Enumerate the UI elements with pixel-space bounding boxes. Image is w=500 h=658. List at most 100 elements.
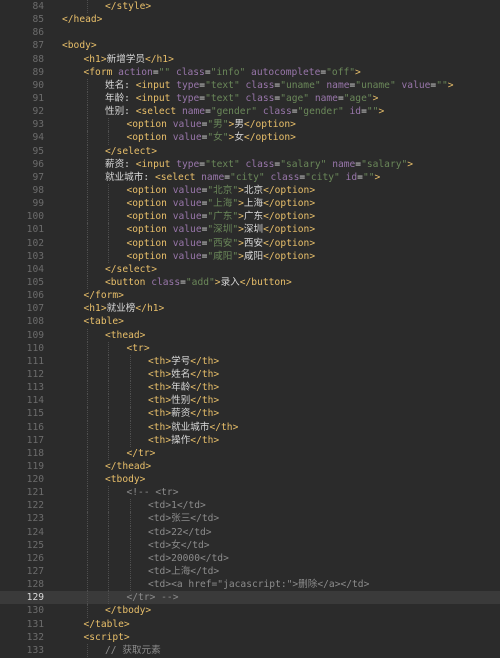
code-token: <td>1</td> <box>148 500 206 512</box>
code-line[interactable]: 127 <td>上海</td> <box>0 565 500 579</box>
line-number: 86 <box>32 27 44 39</box>
code-token: "gender" <box>297 106 344 118</box>
code-line[interactable]: 132 <script> <box>0 631 500 644</box>
code-line[interactable]: 90 姓名: <input type="text" class="uname" n… <box>0 78 500 92</box>
code-token: name <box>314 92 338 104</box>
code-text: 年龄: <input type="text" class="age" name=… <box>105 92 378 105</box>
code-line[interactable]: 102 <option value="西安">西安</option> <box>0 236 500 250</box>
code-line[interactable]: 118 </tr> <box>0 446 500 460</box>
line-number: 92 <box>32 106 44 118</box>
code-token: <!-- <tr> <box>126 487 179 499</box>
code-line[interactable]: 133 // 获取元素 <box>0 643 500 658</box>
code-token: "uname" <box>280 79 321 91</box>
code-token: "off" <box>326 66 356 78</box>
line-number: 94 <box>32 132 44 144</box>
indent-guide <box>86 643 88 658</box>
code-line[interactable]: 107 <h1>就业榜</h1> <box>0 302 500 315</box>
code-line[interactable]: 124 <td>22</td> <box>0 525 500 539</box>
code-line[interactable]: 126 <td>20000</td> <box>0 551 500 566</box>
code-line[interactable]: 94 <option value="女">女</option> <box>0 131 500 145</box>
code-line[interactable]: 129 </tr> --> <box>0 591 500 605</box>
line-number: 132 <box>26 631 44 643</box>
code-line[interactable]: 95 </select> <box>0 144 500 158</box>
code-line[interactable]: 100 <option value="广东">广东</option> <box>0 210 500 224</box>
code-line[interactable]: 108 <table> <box>0 315 500 328</box>
code-text: <th>操作</th> <box>148 434 219 447</box>
code-token: "add" <box>185 276 215 288</box>
code-line[interactable]: 110 <tr> <box>0 341 500 355</box>
indent-guide <box>86 105 88 119</box>
code-token: 姓名: <box>105 79 136 91</box>
code-line[interactable]: 96 薪资: <input type="text" class="salary" … <box>0 157 500 171</box>
code-line[interactable]: 112 <th>姓名</th> <box>0 367 500 382</box>
code-line[interactable]: 104 </select> <box>0 262 500 276</box>
code-token: <h1> <box>83 53 107 65</box>
code-line[interactable]: 116 <th>就业城市</th> <box>0 420 500 434</box>
indent-guide <box>86 78 88 92</box>
code-line[interactable]: 88 <h1>新增学员</h1> <box>0 53 500 66</box>
code-line[interactable]: 105 <button class="add">录入</button> <box>0 275 500 290</box>
code-line[interactable]: 125 <td>女</td> <box>0 538 500 552</box>
code-line[interactable]: 121 <!-- <tr> <box>0 486 500 500</box>
code-line[interactable]: 117 <th>操作</th> <box>0 433 500 447</box>
code-token: "info" <box>210 66 246 78</box>
line-number: 119 <box>26 460 44 472</box>
code-line[interactable]: 85 </head> <box>0 13 500 26</box>
code-line[interactable]: 128 <td><a href="jacascript:">删除</a></td> <box>0 578 500 592</box>
code-token: </select> <box>105 145 157 157</box>
code-text: <body> <box>62 39 97 52</box>
code-line[interactable]: 97 就业城市: <select name="city" class="city"… <box>0 170 500 184</box>
indent-guide <box>129 381 131 395</box>
code-line[interactable]: 91 年龄: <input type="text" class="age" nam… <box>0 91 500 106</box>
code-text: <th>姓名</th> <box>148 368 219 381</box>
code-line[interactable]: 131 </table> <box>0 618 500 631</box>
indent-guide <box>108 591 109 605</box>
line-number: 105 <box>26 276 44 288</box>
code-text: <option value="咸阳">咸阳</option> <box>127 250 316 263</box>
code-line[interactable]: 103 <option value="咸阳">咸阳</option> <box>0 249 500 263</box>
code-line[interactable]: 84 </style> <box>0 0 500 14</box>
code-token: "text" <box>205 158 240 170</box>
line-number: 123 <box>26 513 44 525</box>
indent-guide <box>86 473 88 487</box>
indent-guide <box>86 275 88 290</box>
code-line[interactable]: 106 </form> <box>0 289 500 302</box>
code-token: 年龄 <box>171 382 191 394</box>
code-token: "city" <box>305 171 340 183</box>
code-line[interactable]: 123 <td>张三</td> <box>0 512 500 526</box>
code-line[interactable]: 130 </tbody> <box>0 604 500 618</box>
code-token: 就业城市 <box>171 421 210 433</box>
code-line[interactable]: 89 <form action="" class="info" autocompl… <box>0 66 500 79</box>
code-line[interactable]: 113 <th>年龄</th> <box>0 381 500 395</box>
code-line[interactable]: 92 性别: <select name="gender" class="gende… <box>0 105 500 119</box>
code-token: 女 <box>234 132 244 144</box>
code-line[interactable]: 101 <option value="深圳">深圳</option> <box>0 223 500 237</box>
code-line[interactable]: 122 <td>1</td> <box>0 499 500 513</box>
code-token: value <box>172 132 202 144</box>
code-line[interactable]: 120 <tbody> <box>0 473 500 487</box>
code-token: name <box>332 158 356 170</box>
code-line[interactable]: 98 <option value="北京">北京</option> <box>0 183 500 198</box>
line-number: 96 <box>32 158 44 170</box>
code-token: id <box>349 106 362 118</box>
code-token: value <box>172 250 202 262</box>
code-editor[interactable]: 84 </style> 85 </head> 86 87 <body> 88 <h1>新增学员<… <box>0 0 500 658</box>
code-line[interactable]: 87 <body> <box>0 39 500 52</box>
code-line[interactable]: 115 <th>薪资</th> <box>0 407 500 421</box>
code-line[interactable]: 109 <thead> <box>0 328 500 342</box>
code-line[interactable]: 111 <th>学号</th> <box>0 354 500 368</box>
line-number: 126 <box>26 552 44 564</box>
code-text: </tbody> <box>105 604 151 617</box>
code-line[interactable]: 93 <option value="男">男</option> <box>0 118 500 132</box>
code-token: </button> <box>239 276 292 288</box>
indent-guide <box>86 210 88 224</box>
code-line[interactable]: 114 <th>性别</th> <box>0 394 500 408</box>
code-line[interactable]: 99 <option value="上海">上海</option> <box>0 197 500 211</box>
indent-guide <box>108 223 109 237</box>
code-line[interactable]: 119 </thead> <box>0 459 500 474</box>
code-token: 薪资 <box>171 408 191 420</box>
code-text: <td>1</td> <box>148 499 206 512</box>
code-line[interactable]: 86 <box>0 26 500 39</box>
code-token: "gender" <box>210 106 258 118</box>
indent-guide <box>86 131 88 145</box>
